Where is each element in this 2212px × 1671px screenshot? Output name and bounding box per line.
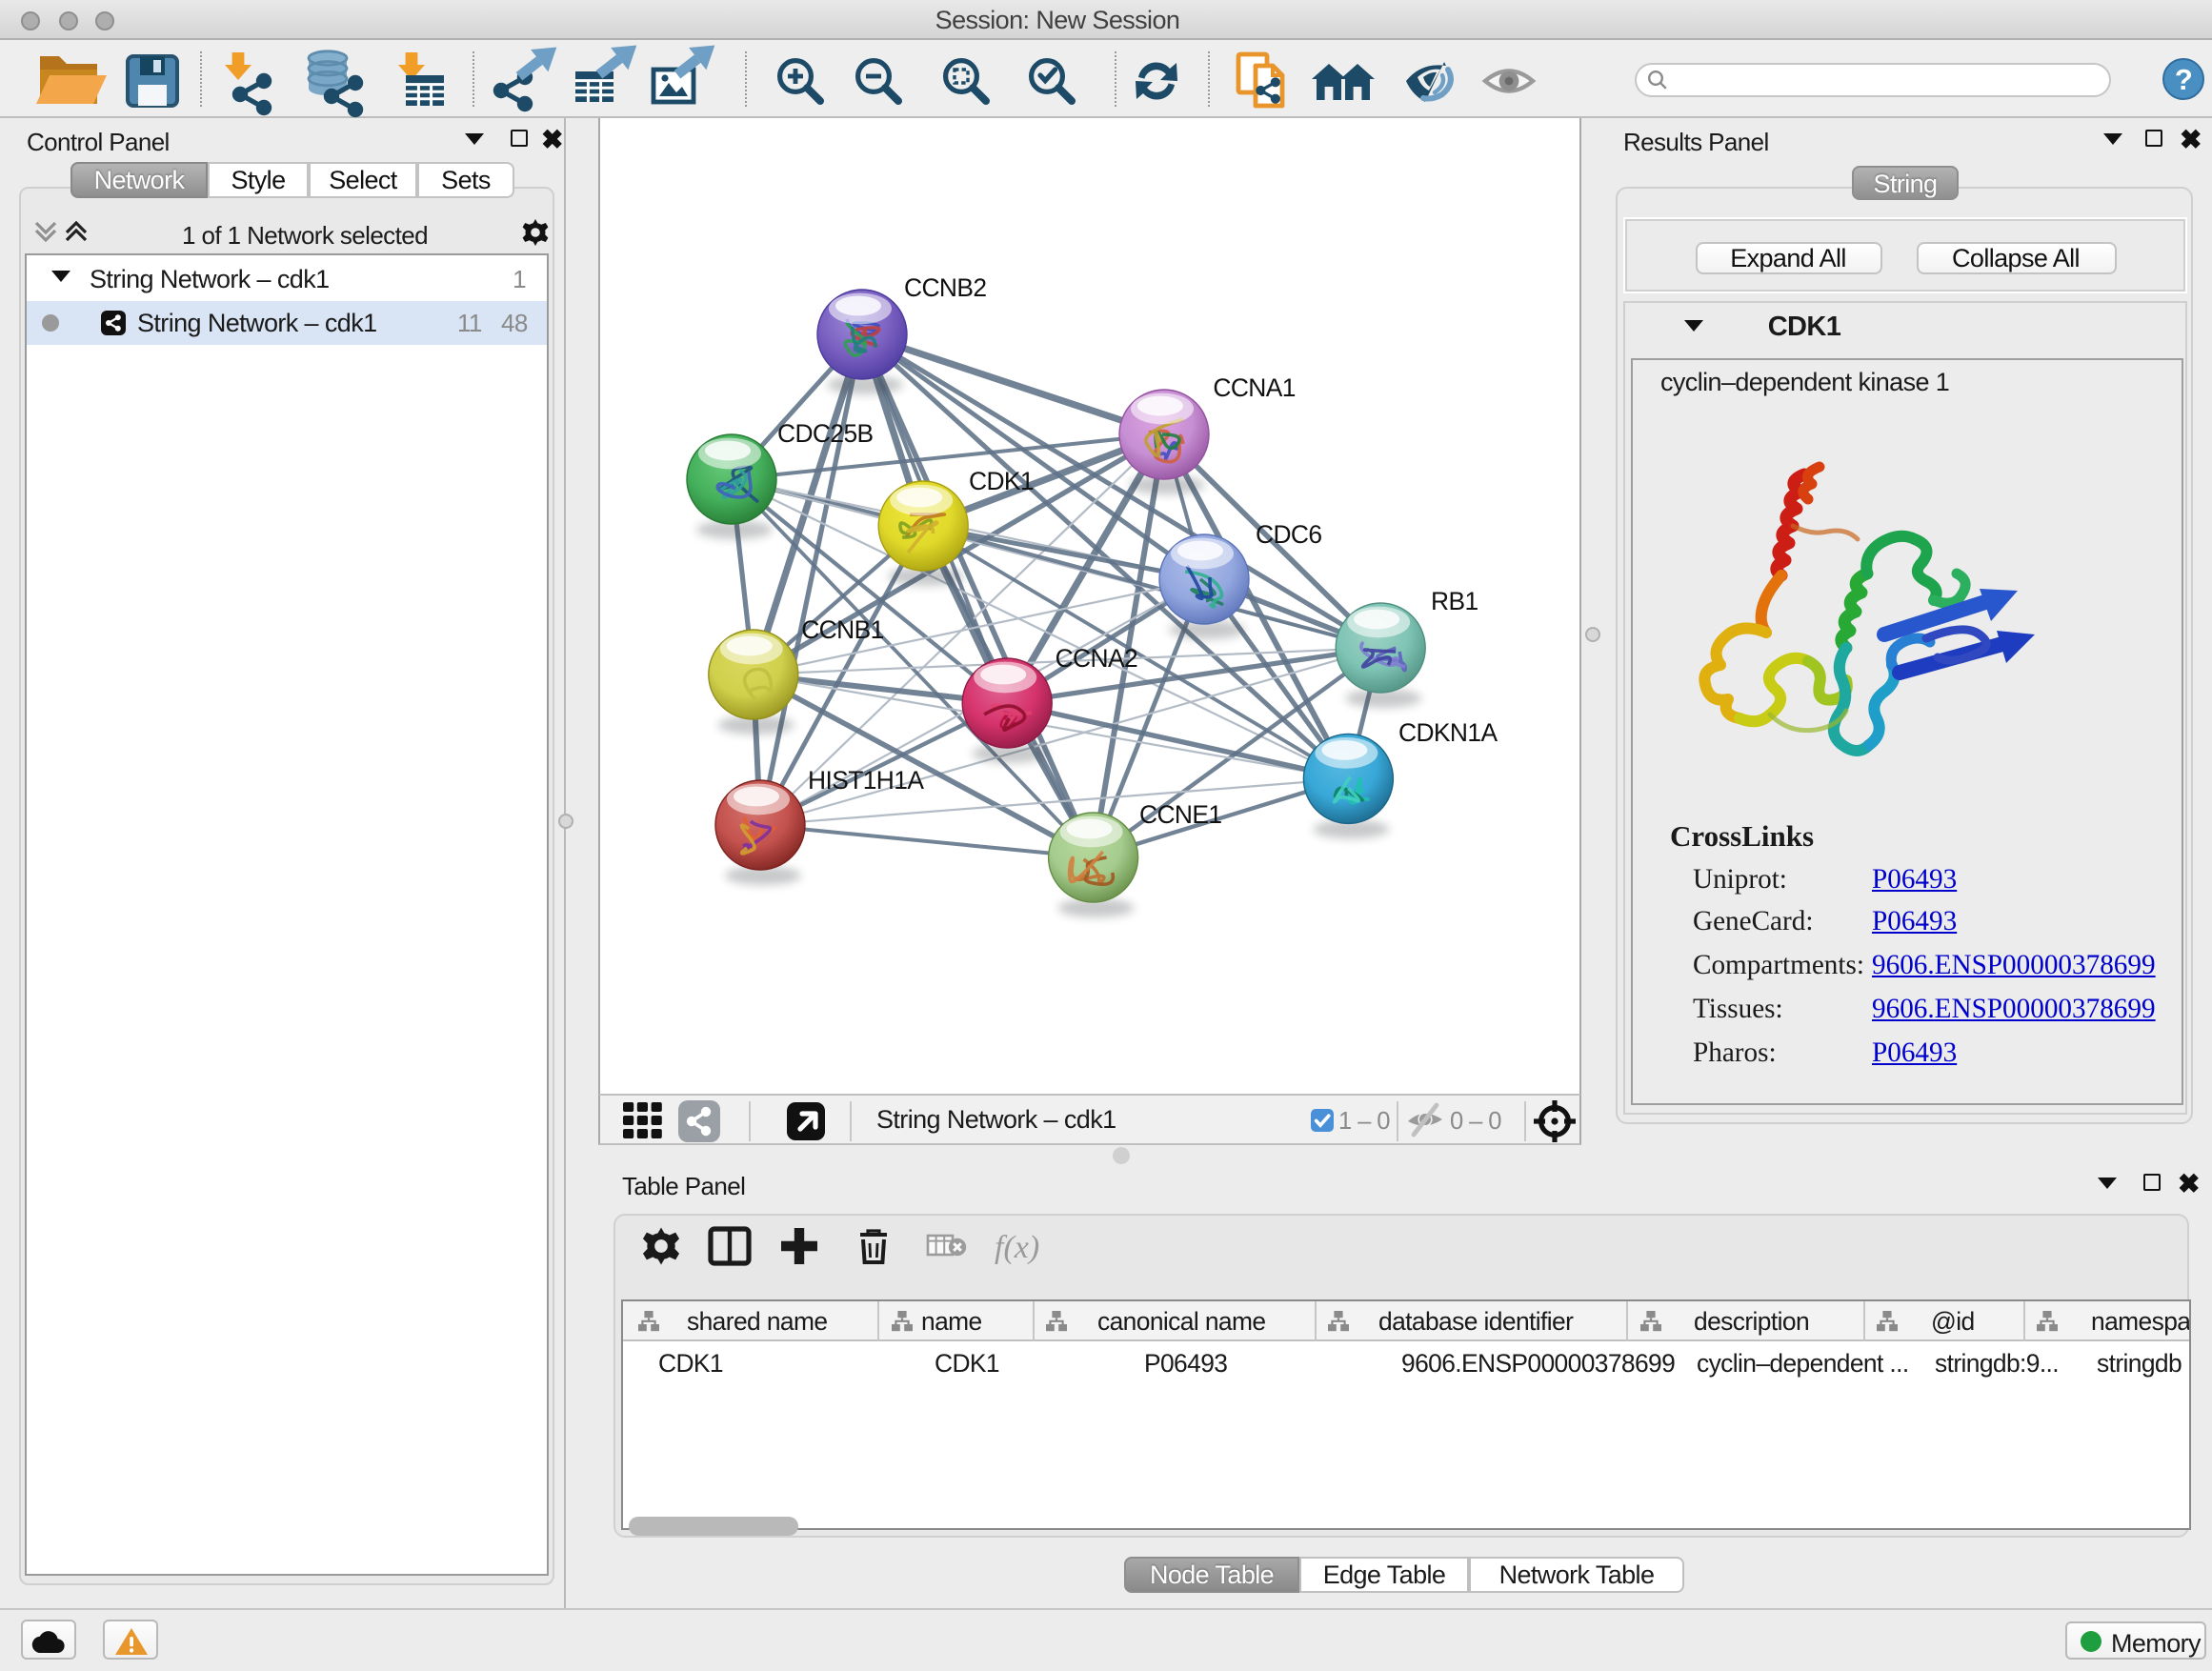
svg-text:CCNE1: CCNE1 bbox=[1139, 800, 1221, 829]
svg-text:CCNA1: CCNA1 bbox=[1213, 373, 1295, 402]
svg-text:canonical name: canonical name bbox=[1096, 1306, 1264, 1335]
svg-text:CCNA2: CCNA2 bbox=[1056, 644, 1137, 673]
svg-text:HIST1H1A: HIST1H1A bbox=[808, 766, 924, 795]
svg-text:description: description bbox=[1693, 1306, 1808, 1335]
svg-text:0 – 0: 0 – 0 bbox=[1450, 1108, 1501, 1135]
svg-text:CDKN1A: CDKN1A bbox=[1398, 718, 1498, 747]
svg-text:CCNB2: CCNB2 bbox=[904, 273, 986, 302]
svg-text:CDK1: CDK1 bbox=[969, 467, 1034, 495]
svg-text:CCNB1: CCNB1 bbox=[801, 615, 883, 644]
svg-text:database identifier: database identifier bbox=[1377, 1306, 1573, 1335]
svg-text:RB1: RB1 bbox=[1431, 587, 1478, 615]
svg-text:CDC6: CDC6 bbox=[1256, 520, 1321, 549]
svg-text:namespace: namespace bbox=[2090, 1306, 2188, 1335]
svg-text:name: name bbox=[920, 1306, 981, 1335]
svg-text:@id: @id bbox=[1930, 1306, 1974, 1335]
svg-text:CDC25B: CDC25B bbox=[777, 419, 874, 448]
svg-text:f(x): f(x) bbox=[995, 1230, 1039, 1265]
svg-text:1 – 0: 1 – 0 bbox=[1338, 1108, 1390, 1135]
svg-text:shared name: shared name bbox=[686, 1306, 826, 1335]
svg-text:?: ? bbox=[2175, 63, 2192, 96]
